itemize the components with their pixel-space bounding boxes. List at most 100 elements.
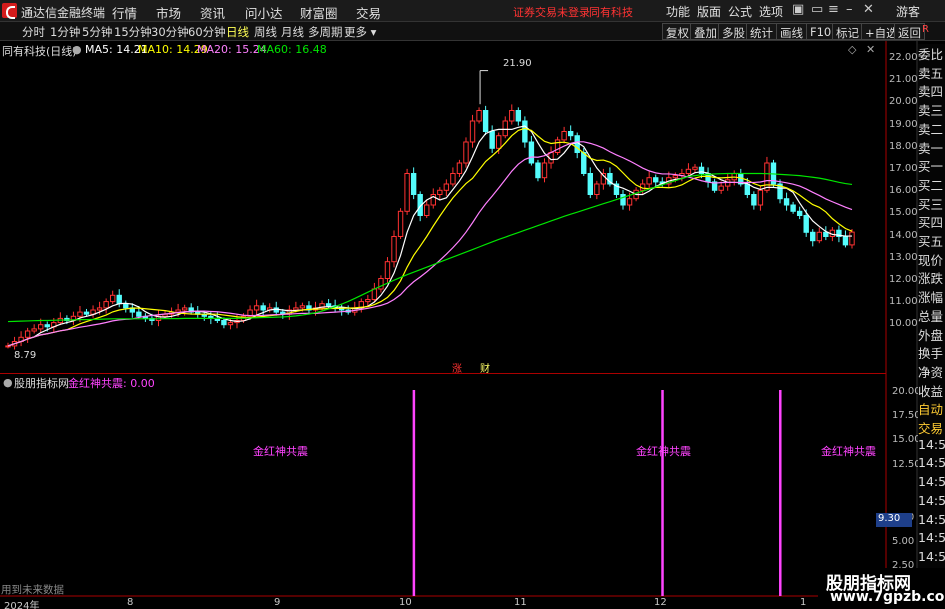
- ma5-line: [7, 125, 853, 347]
- candle-body: [816, 231, 822, 242]
- candle-body: [744, 183, 751, 195]
- candle-body: [299, 305, 306, 309]
- candle-body: [495, 135, 502, 149]
- indicator-axis-label: 5.00: [892, 536, 915, 547]
- price-axis-label: 18.00: [889, 140, 918, 152]
- kline-chart[interactable]: [0, 0, 945, 609]
- candle-body: [489, 131, 495, 149]
- candle-body: [371, 288, 378, 300]
- x-axis-label: 10: [399, 597, 412, 608]
- candle-body: [567, 131, 574, 137]
- candle-body: [653, 177, 659, 183]
- pane-separator: [0, 373, 886, 374]
- candle-body: [260, 305, 266, 311]
- candle-body: [463, 141, 469, 164]
- candle-body: [751, 194, 757, 206]
- candle-body: [535, 162, 541, 179]
- price-axis-label: 22.00: [889, 52, 918, 63]
- candle-body: [718, 185, 724, 191]
- candle-body: [227, 322, 234, 326]
- candle-body: [509, 110, 515, 122]
- price-axis-label: 10.00: [889, 318, 918, 330]
- candle-body: [502, 120, 508, 137]
- candle-body: [5, 345, 11, 348]
- x-axis-label: 12: [654, 597, 667, 608]
- price-axis-label: 12.00: [889, 274, 918, 285]
- candle-body: [325, 303, 332, 307]
- candle-body: [594, 183, 600, 195]
- candle-body: [581, 152, 587, 174]
- candle-body: [109, 294, 116, 303]
- watermark-url: www.7gpzb.com: [830, 589, 945, 605]
- indicator-source: 股朋指标网: [14, 377, 69, 390]
- indicator-axis-label: 12.50: [892, 459, 921, 470]
- candle-body: [626, 198, 633, 206]
- candle-body: [24, 330, 31, 338]
- candle-body: [561, 131, 567, 141]
- price-axis-label: 16.00: [889, 185, 918, 197]
- candle-body: [83, 311, 90, 315]
- signal-label: 金红神共震: [253, 445, 308, 458]
- candle-body: [482, 110, 489, 132]
- candle-body: [469, 120, 476, 143]
- candle-body: [646, 177, 652, 185]
- ma20-line: [7, 141, 853, 347]
- x-axis-label: 8: [127, 597, 134, 608]
- candle-body: [450, 173, 456, 185]
- price-axis-label: 13.00: [889, 251, 918, 263]
- candle-body: [273, 307, 279, 313]
- candle-body: [672, 175, 679, 179]
- candle-body: [44, 324, 50, 328]
- candle-body: [849, 231, 855, 246]
- candle-body: [692, 166, 698, 170]
- candle-body: [77, 311, 83, 317]
- candle-body: [757, 189, 764, 206]
- candle-body: [404, 173, 410, 212]
- signal-label: 金红神共震: [821, 445, 876, 458]
- candle-body: [810, 231, 816, 242]
- price-axis-label: 14.00: [889, 229, 918, 241]
- indicator-settings-icon[interactable]: ●: [3, 376, 13, 389]
- price-axis-label: 17.00: [889, 163, 918, 174]
- x-axis-label: 9: [274, 597, 281, 608]
- price-axis-label: 15.00: [889, 207, 918, 219]
- candle-body: [96, 307, 103, 311]
- candle-body: [365, 299, 371, 303]
- candle-body: [253, 305, 260, 311]
- candle-body: [842, 236, 849, 246]
- candle-body: [476, 110, 482, 122]
- signal-label: 金红神共震: [636, 445, 691, 458]
- signal-bar: [412, 390, 416, 596]
- x-axis-label: 11: [514, 597, 527, 608]
- app-window: 通达信金融终端 行情 市场 资讯 问小达 财富圈 交易 证券交易未登录 同有科技…: [0, 0, 945, 609]
- candle-body: [384, 261, 391, 280]
- candle-body: [116, 294, 122, 305]
- x-axis-label: 1: [800, 597, 807, 608]
- candle-body: [783, 198, 790, 206]
- price-axis-label: 21.00: [889, 74, 918, 86]
- candle-body: [31, 328, 37, 332]
- price-axis-label: 20.00: [889, 96, 918, 108]
- ma10-line: [7, 127, 853, 347]
- candle-body: [515, 110, 522, 122]
- candle-body: [181, 307, 188, 311]
- candle-body: [443, 183, 450, 191]
- candle-body: [541, 162, 548, 179]
- candle-body: [522, 120, 528, 143]
- current-indicator-value: 9.30: [876, 513, 912, 527]
- candle-body: [410, 173, 417, 195]
- candle-body: [456, 162, 463, 174]
- price-axis-label: 11.00: [889, 296, 918, 308]
- candle-body: [685, 168, 692, 175]
- candle-body: [391, 236, 397, 263]
- ma60-line: [7, 172, 853, 323]
- candle-body: [528, 141, 535, 164]
- candle-body: [823, 231, 829, 238]
- candle-body: [764, 162, 770, 191]
- candle-body: [293, 307, 299, 311]
- x-axis-label: 2024年: [4, 601, 40, 609]
- indicator-axis-label: 17.50: [892, 410, 921, 421]
- candle-body: [587, 173, 593, 195]
- candle-body: [424, 204, 430, 216]
- candle-body: [620, 194, 626, 206]
